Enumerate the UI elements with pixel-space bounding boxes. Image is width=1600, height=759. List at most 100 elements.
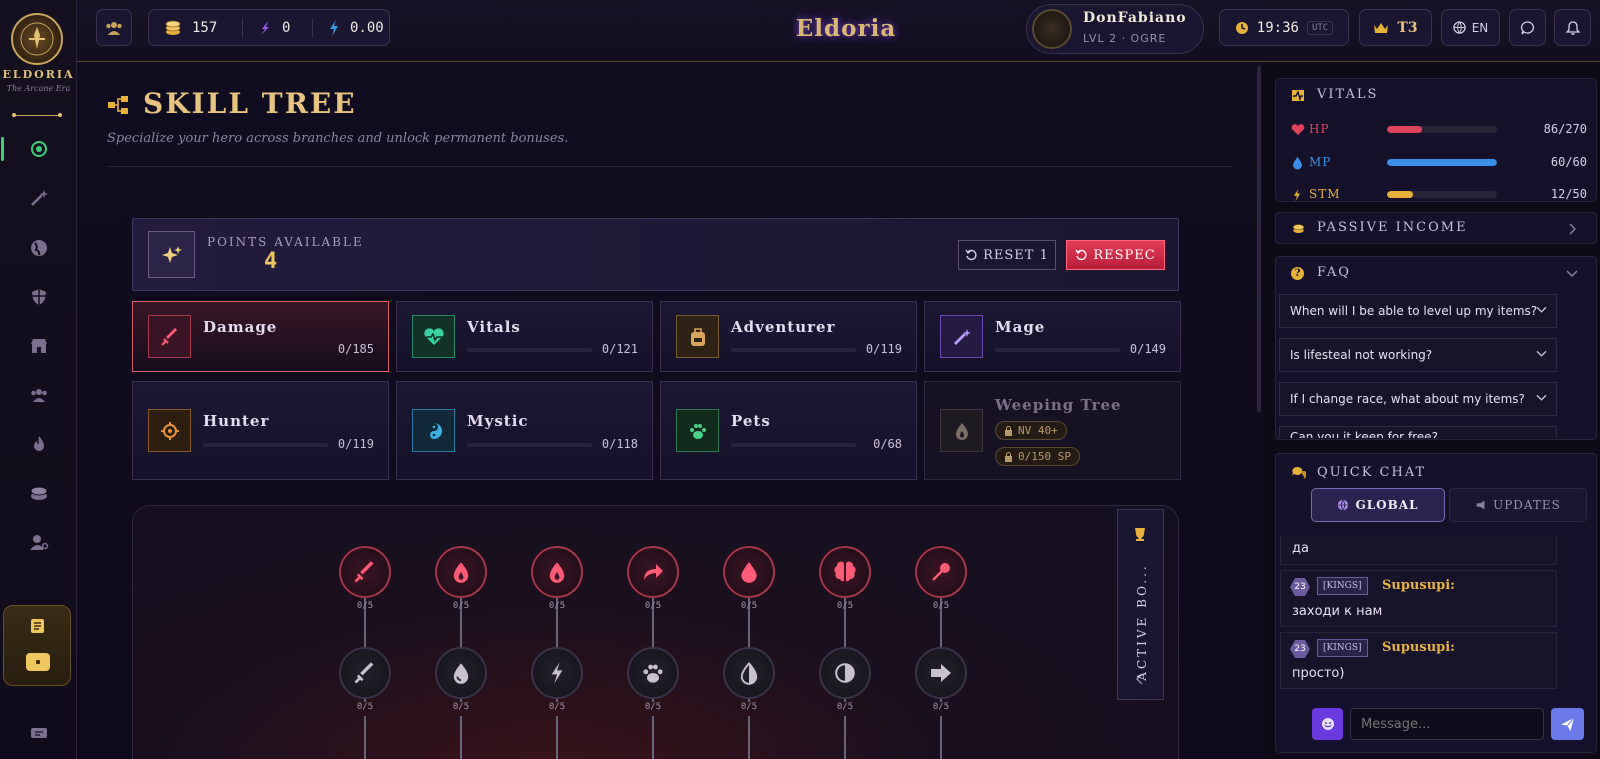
skill-node[interactable]	[627, 647, 679, 699]
respec-button[interactable]: RESPEC	[1066, 240, 1165, 270]
branch-vitals[interactable]: Vitals 0/121	[396, 301, 653, 372]
skill-node[interactable]	[435, 546, 487, 598]
clan-tag[interactable]: [KINGS]	[1317, 577, 1368, 595]
nav-shield-icon[interactable]	[26, 284, 52, 310]
tree-connector	[748, 716, 750, 759]
sp-requirement: 0/150 SP	[1018, 450, 1071, 463]
skill-node[interactable]	[915, 546, 967, 598]
branch-weeping-tree[interactable]: Weeping Tree NV 40+ 0/150 SP	[924, 381, 1181, 480]
clan-tag[interactable]: [KINGS]	[1317, 639, 1368, 657]
branch-name: Pets	[731, 412, 771, 430]
skill-node[interactable]	[723, 546, 775, 598]
hp-fill	[1387, 126, 1423, 133]
faq-item[interactable]: When will I be able to level up my items…	[1279, 294, 1557, 328]
passive-income-title: PASSIVE INCOME	[1317, 220, 1468, 235]
clock-time: 19:36	[1256, 19, 1299, 36]
chat-button[interactable]	[1509, 9, 1546, 46]
skill-node[interactable]	[435, 647, 487, 699]
send-button[interactable]	[1551, 708, 1584, 740]
chevron-down-icon	[1536, 350, 1547, 357]
skill-count: 0/5	[836, 702, 854, 712]
player-profile[interactable]: DonFabiano LVL 2 · OGRE	[1026, 4, 1204, 54]
notifications-button[interactable]	[1554, 9, 1591, 46]
half-drop-icon	[739, 661, 759, 685]
branch-count: 0/121	[601, 342, 638, 356]
skill-node[interactable]	[819, 546, 871, 598]
skill-count: 0/5	[932, 601, 950, 611]
skill-node[interactable]	[627, 546, 679, 598]
tier-label: T3	[1397, 19, 1418, 36]
branch-adventurer[interactable]: Adventurer 0/119	[660, 301, 917, 372]
language-button[interactable]: EN	[1441, 9, 1500, 46]
message-text: да	[1292, 541, 1309, 556]
send-icon	[1560, 717, 1575, 731]
chevron-down-icon[interactable]	[1566, 270, 1578, 278]
chevron-right-icon[interactable]	[1568, 223, 1576, 235]
skill-node[interactable]	[339, 546, 391, 598]
skill-node[interactable]	[819, 647, 871, 699]
tree-connector	[844, 716, 846, 759]
pulse-icon	[1291, 89, 1305, 102]
reset-button[interactable]: RESET 1	[958, 240, 1056, 270]
respec-label: RESPEC	[1093, 247, 1156, 263]
branch-pets[interactable]: Pets 0/68	[660, 381, 917, 480]
chat-message-input[interactable]	[1350, 708, 1544, 740]
party-button[interactable]	[96, 9, 132, 46]
branch-hunter[interactable]: Hunter 0/119	[132, 381, 389, 480]
tree-connector	[364, 716, 366, 759]
nav-shop-icon[interactable]	[26, 333, 52, 359]
branch-mage[interactable]: Mage 0/149	[924, 301, 1181, 372]
skill-count: 0/5	[452, 601, 470, 611]
tab-updates[interactable]: UPDATES	[1449, 488, 1587, 522]
branch-progress-bar	[467, 443, 592, 447]
backpack-icon	[676, 315, 719, 358]
player-avatar[interactable]	[1032, 9, 1072, 49]
eldoria-header-logo[interactable]: Eldoria	[796, 8, 895, 48]
skill-node[interactable]	[531, 647, 583, 699]
chat-username[interactable]: Supusupi:	[1382, 578, 1455, 593]
quick-chat-title: QUICK CHAT	[1317, 465, 1427, 480]
skill-tree-icon	[107, 95, 129, 115]
nav-coins-icon[interactable]	[26, 480, 52, 506]
nav-user-settings-icon[interactable]	[26, 529, 52, 555]
nav-magic-wand-icon[interactable]	[26, 185, 52, 211]
skill-node[interactable]	[723, 647, 775, 699]
skill-node[interactable]	[915, 647, 967, 699]
player-level-race: LVL 2 · OGRE	[1083, 32, 1167, 45]
branch-mystic[interactable]: Mystic 0/118	[396, 381, 653, 480]
faq-item[interactable]: If I change race, what about my items?	[1279, 382, 1557, 416]
energy-amount: 0.00	[350, 19, 384, 36]
nav-guild-icon[interactable]	[26, 382, 52, 408]
brain-icon	[833, 561, 857, 583]
sword-icon	[353, 661, 377, 685]
scrollbar[interactable]	[1257, 66, 1261, 412]
flame-icon	[450, 560, 472, 584]
user-level-badge: 23	[1290, 578, 1310, 596]
skill-node[interactable]	[339, 647, 391, 699]
redirect-arrow-icon	[641, 561, 665, 583]
quest-panel[interactable]	[3, 605, 71, 686]
branch-damage[interactable]: Damage 0/185	[132, 301, 389, 372]
chat-username[interactable]: Supusupi:	[1382, 640, 1455, 655]
faq-item[interactable]: Is lifesteal not working?	[1279, 338, 1557, 372]
scroll-icon[interactable]	[28, 617, 48, 635]
skill-node[interactable]	[531, 546, 583, 598]
eldoria-crest-logo[interactable]	[11, 13, 63, 65]
divider	[107, 166, 1233, 167]
skill-count: 0/5	[356, 702, 374, 712]
nav-ticket-icon[interactable]	[26, 720, 52, 746]
hp-value: 86/270	[1543, 122, 1587, 136]
lock-icon	[1005, 425, 1012, 436]
stamina-label: STM	[1309, 187, 1341, 201]
active-bonuses-label: ACTIVE BO...	[1135, 563, 1149, 681]
faq-item[interactable]: Can you it keep for free?	[1279, 426, 1557, 438]
nav-target-icon[interactable]	[1, 136, 52, 162]
nav-globe-icon[interactable]	[26, 235, 52, 261]
bell-icon	[1564, 20, 1581, 35]
nav-fire-icon[interactable]	[26, 431, 52, 457]
language-label: EN	[1471, 20, 1489, 35]
chest-icon[interactable]	[26, 653, 50, 671]
tier-button[interactable]: T3	[1359, 9, 1432, 46]
emoji-button[interactable]	[1312, 708, 1343, 740]
tab-global[interactable]: GLOBAL	[1311, 488, 1445, 522]
